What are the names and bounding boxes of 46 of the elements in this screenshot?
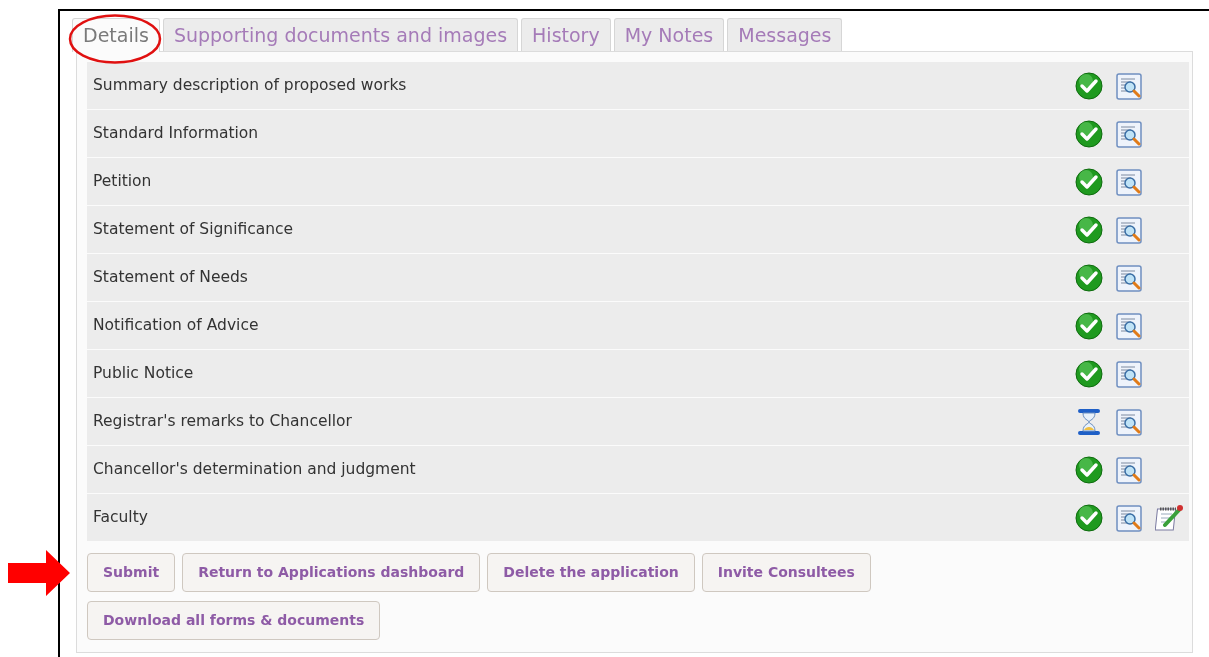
section-row[interactable]: Standard Information: [87, 110, 1189, 157]
document-magnifier-icon[interactable]: [1115, 455, 1143, 484]
check-icon[interactable]: [1075, 263, 1103, 292]
hourglass-icon[interactable]: [1075, 407, 1103, 436]
check-icon[interactable]: [1075, 167, 1103, 196]
document-magnifier-icon[interactable]: [1115, 503, 1143, 532]
section-title: Notification of Advice: [93, 314, 260, 336]
section-row[interactable]: Statement of Needs: [87, 254, 1189, 301]
section-row[interactable]: Notification of Advice: [87, 302, 1189, 349]
check-icon[interactable]: [1075, 71, 1103, 100]
check-icon[interactable]: [1075, 359, 1103, 388]
section-row[interactable]: Summary description of proposed works: [87, 62, 1189, 109]
action-button[interactable]: Invite Consultees: [701, 553, 871, 592]
document-magnifier-icon[interactable]: [1115, 167, 1143, 196]
action-button[interactable]: Download all forms & documents: [87, 601, 381, 640]
document-magnifier-icon[interactable]: [1115, 407, 1143, 436]
tab[interactable]: Details: [72, 18, 160, 52]
section-title: Registrar's remarks to Chancellor: [93, 410, 353, 432]
section-row[interactable]: Registrar's remarks to Chancellor: [87, 398, 1189, 445]
document-magnifier-icon[interactable]: [1115, 215, 1143, 244]
section-row[interactable]: Chancellor's determination and judgment: [87, 446, 1189, 493]
section-title: Chancellor's determination and judgment: [93, 458, 417, 480]
section-row[interactable]: Statement of Significance: [87, 206, 1189, 253]
check-icon[interactable]: [1075, 215, 1103, 244]
section-title: Standard Information: [93, 122, 260, 144]
notepad-pencil-icon[interactable]: [1155, 503, 1183, 532]
document-magnifier-icon[interactable]: [1115, 359, 1143, 388]
document-magnifier-icon[interactable]: [1115, 311, 1143, 340]
section-title: Statement of Needs: [93, 266, 249, 288]
document-magnifier-icon[interactable]: [1115, 263, 1143, 292]
section-title: Petition: [93, 170, 153, 192]
section-row[interactable]: Faculty: [87, 494, 1189, 541]
document-magnifier-icon[interactable]: [1115, 71, 1143, 100]
action-button[interactable]: Delete the application: [487, 553, 695, 592]
check-icon[interactable]: [1075, 119, 1103, 148]
section-title: Public Notice: [93, 362, 195, 384]
action-button[interactable]: Return to Applications dashboard: [182, 553, 481, 592]
check-icon[interactable]: [1075, 503, 1103, 532]
section-row[interactable]: Petition: [87, 158, 1189, 205]
section-title: Summary description of proposed works: [93, 74, 408, 96]
check-icon[interactable]: [1075, 455, 1103, 484]
section-title: Statement of Significance: [93, 218, 295, 240]
section-title: Faculty: [93, 506, 149, 528]
section-row[interactable]: Public Notice: [87, 350, 1189, 397]
check-icon[interactable]: [1075, 311, 1103, 340]
document-magnifier-icon[interactable]: [1115, 119, 1143, 148]
